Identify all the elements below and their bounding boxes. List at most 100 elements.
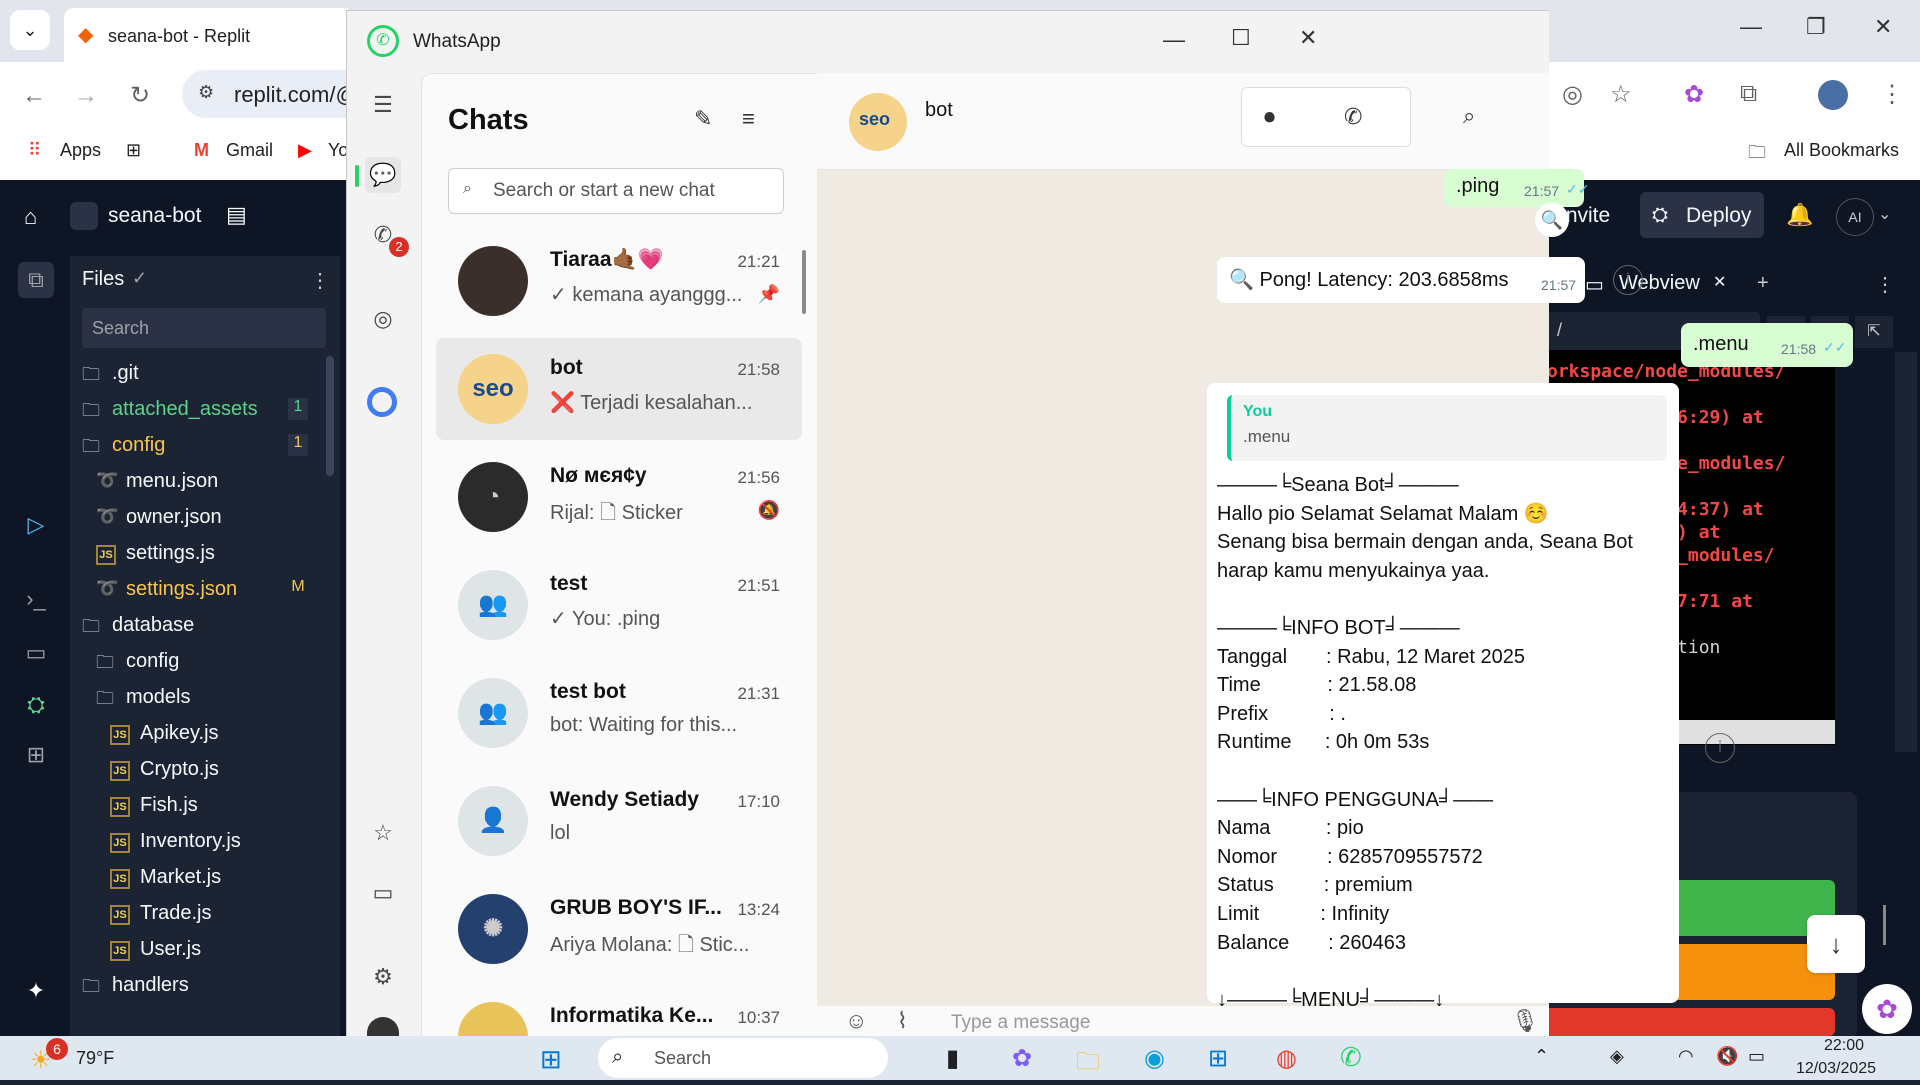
back-icon[interactable]: ← — [16, 78, 52, 114]
file-tree-item[interactable]: 🗀 attached_assets 1 — [70, 392, 340, 428]
restore-icon[interactable]: ❐ — [1806, 14, 1826, 40]
file-tree-item[interactable]: ➰ settings.json M — [70, 572, 340, 608]
voice-call-icon[interactable]: ✆ — [1344, 104, 1362, 130]
file-tree-item[interactable]: 🗀 .git — [70, 356, 340, 392]
filter-icon[interactable]: ≡ — [742, 106, 755, 132]
contact-name[interactable]: bot — [925, 99, 953, 122]
wa-maximize-icon[interactable]: ☐ — [1231, 25, 1251, 51]
browser-tab[interactable]: ◆ seana-bot - Replit — [64, 8, 354, 62]
new-chat-icon[interactable]: ✎ — [694, 106, 712, 132]
chat-list-item[interactable]: ✺ GRUB BOY'S IF... 13:24 Ariya Molana: 🗋 St… — [436, 878, 802, 980]
webview-tool-icon[interactable]: ▭ — [22, 640, 50, 668]
site-info-icon[interactable]: ⚙ — [198, 82, 214, 103]
file-tree-item[interactable]: 🗀 handlers — [70, 968, 340, 1004]
deploy-button[interactable]: ⛭ Deploy — [1640, 192, 1764, 238]
emoji-icon[interactable]: ☺ — [845, 1008, 867, 1034]
files-scrollbar[interactable] — [326, 356, 334, 476]
message-input[interactable]: Type a message — [951, 1012, 1090, 1034]
file-tree-item[interactable]: ➰ owner.json — [70, 500, 340, 536]
microphone-icon[interactable]: 🎙 — [1511, 1008, 1539, 1034]
bookmark-gmail[interactable]: Gmail — [226, 140, 273, 161]
repl-info-icon[interactable]: ▤ — [226, 202, 247, 228]
chat-search-input[interactable]: ⌕ Search or start a new chat — [448, 168, 784, 214]
forward-icon[interactable]: → — [68, 78, 104, 114]
reload-icon[interactable]: ↻ — [122, 78, 158, 114]
all-bookmarks[interactable]: All Bookmarks — [1784, 140, 1899, 161]
clock-date[interactable]: 12/03/2025 — [1796, 1060, 1876, 1078]
info-icon[interactable]: i — [1705, 733, 1735, 763]
file-tree-item[interactable]: JS settings.js — [70, 536, 340, 572]
scroll-down-icon[interactable]: ↓ — [1807, 915, 1865, 973]
volume-muted-icon[interactable]: 🔇 — [1716, 1046, 1738, 1067]
chats-nav-icon[interactable]: 💬 — [365, 157, 401, 193]
repl-name[interactable]: seana-bot — [108, 204, 201, 228]
star-icon[interactable]: ☆ — [1610, 80, 1632, 109]
tab-webview[interactable]: ▭ Webview ✕ — [1585, 264, 1735, 304]
file-tree-item[interactable]: JS Trade.js — [70, 896, 340, 932]
whatsapp-taskbar-icon[interactable]: ✆ — [1340, 1042, 1362, 1073]
wa-close-icon[interactable]: ✕ — [1299, 25, 1317, 51]
info-icon[interactable]: i — [1613, 265, 1643, 295]
profile-avatar[interactable] — [367, 1017, 399, 1037]
tab-search-button[interactable]: ⌄ — [10, 10, 50, 50]
file-tree-item[interactable]: ➰ menu.json — [70, 464, 340, 500]
new-tab-icon[interactable]: + — [1757, 272, 1769, 295]
chat-list-item[interactable]: seo bot 21:58 ❌ Terjadi kesalahan... — [436, 338, 802, 440]
video-call-icon[interactable]: ⏺ — [1264, 104, 1275, 130]
chat-list-item[interactable]: 👤 Wendy Setiady 17:10 lol — [436, 770, 802, 872]
file-tree-item[interactable]: JS Inventory.js — [70, 824, 340, 860]
ai-sparkle-icon[interactable]: ✦ — [22, 978, 50, 1006]
eye-off-icon[interactable]: ◎ — [1562, 80, 1583, 109]
open-new-window-icon[interactable]: ⇱ — [1855, 316, 1893, 348]
home-icon[interactable]: ⌂ — [24, 204, 37, 230]
file-explorer-icon[interactable]: 🗀 — [1076, 1044, 1100, 1085]
message-outgoing[interactable]: .ping 21:57 ✓✓ — [1444, 169, 1589, 207]
extension-icon[interactable]: ✿ — [1684, 80, 1704, 109]
quoted-message[interactable]: You .menu — [1227, 395, 1667, 461]
agent-icon[interactable]: ▷ — [22, 512, 50, 540]
dropbox-icon[interactable]: ◈ — [1610, 1046, 1624, 1067]
copilot-icon[interactable]: ✿ — [1012, 1044, 1032, 1073]
shell-icon[interactable]: ›_ — [22, 586, 50, 614]
profile-avatar[interactable] — [1818, 80, 1848, 110]
status-nav-icon[interactable]: ◎ — [365, 301, 401, 337]
chatlist-scrollbar[interactable] — [802, 250, 806, 314]
battery-icon[interactable]: ▭ — [1748, 1046, 1765, 1067]
store-icon[interactable]: ⊞ — [1208, 1044, 1228, 1073]
file-tree-item[interactable]: 🗀 config 1 — [70, 428, 340, 464]
copilot-floating-icon[interactable]: ✿ — [1862, 984, 1912, 1034]
wa-minimize-icon[interactable]: — — [1163, 27, 1185, 53]
starred-icon[interactable]: ☆ — [365, 815, 401, 851]
chat-list-item[interactable]: 👥 test 21:51 ✓ You: .ping — [436, 554, 802, 656]
chat-list-item[interactable]: 👥 test bot 21:31 bot: Waiting for this... — [436, 662, 802, 764]
more-menu-icon[interactable]: ⋮ — [1880, 80, 1904, 109]
close-tab-icon[interactable]: ✕ — [1713, 272, 1726, 292]
chat-list-item[interactable]: Informatika Ke... 10:37 — [436, 986, 802, 1038]
chrome-icon[interactable]: ◍ — [1276, 1044, 1297, 1073]
file-tree-item[interactable]: JS Market.js — [70, 860, 340, 896]
minimize-icon[interactable]: — — [1740, 14, 1762, 40]
meta-ai-icon[interactable] — [367, 387, 397, 417]
attach-icon[interactable]: ⌇ — [897, 1008, 908, 1034]
reaction-badge[interactable]: 🔍 — [1535, 203, 1569, 237]
menu-icon[interactable]: ☰ — [365, 87, 401, 123]
file-tree-item[interactable]: 🗀 database — [70, 608, 340, 644]
archive-icon[interactable]: ▭ — [365, 875, 401, 911]
clock-time[interactable]: 22:00 — [1824, 1037, 1864, 1055]
close-icon[interactable]: ✕ — [1874, 14, 1892, 40]
message-outgoing[interactable]: .menu 21:58 ✓✓ — [1681, 323, 1853, 367]
deploy-tool-icon[interactable]: ⛭ — [22, 692, 50, 720]
all-tools-icon[interactable]: ⊞ — [22, 742, 50, 770]
chat-list-item[interactable]: ◔ Nø мєя¢у 21:56 Rijal: 🗋 Sticker 🔕 — [436, 446, 802, 548]
bell-icon[interactable]: 🔔 — [1786, 202, 1813, 228]
conversation-scrollbar[interactable] — [1883, 905, 1886, 945]
start-icon[interactable]: ⊞ — [540, 1044, 562, 1075]
file-tree-item[interactable]: JS Apikey.js — [70, 716, 340, 752]
chat-list-item[interactable]: Tiaraa🤙🏾💗 21:21 ✓ kemana ayanggg... 📌 — [436, 230, 802, 332]
user-avatar[interactable]: AI — [1836, 198, 1874, 236]
settings-icon[interactable]: ⚙ — [365, 959, 401, 995]
webview-scrollbar[interactable] — [1895, 352, 1917, 752]
tray-chevron-icon[interactable]: ⌃ — [1534, 1046, 1549, 1067]
pane-more-icon[interactable]: ⋮ — [1875, 272, 1895, 297]
file-tree-item[interactable]: JS Fish.js — [70, 788, 340, 824]
